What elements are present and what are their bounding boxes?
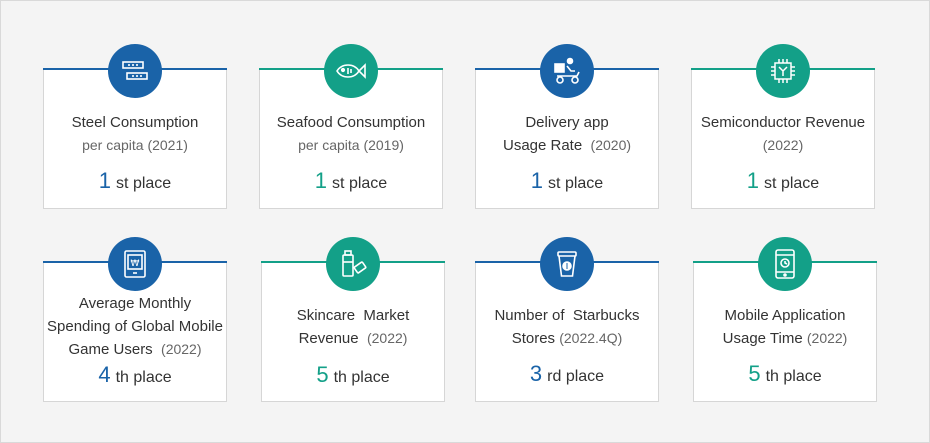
card-title: Number of Starbucks Stores (2022.4Q) bbox=[494, 307, 640, 347]
card-title: Seafood Consumption per capita (2019) bbox=[276, 114, 426, 153]
ranking-panel: Steel Consumption per capita (2021) 1st … bbox=[0, 0, 930, 443]
card-delivery-app: Delivery app Usage Rate (2020) 1st place bbox=[475, 44, 659, 209]
card-rank: 5th place bbox=[748, 361, 822, 386]
delivery-scooter-icon bbox=[540, 44, 594, 98]
card-title: Semiconductor Revenue (2022) bbox=[700, 114, 866, 153]
card-mobile-app-usage: Mobile Application Usage Time (2022) 5th… bbox=[693, 237, 877, 402]
card-title: Mobile Application Usage Time (2022) bbox=[722, 307, 848, 347]
svg-text:₩: ₩ bbox=[131, 259, 140, 269]
won-tablet-icon: ₩ bbox=[108, 237, 162, 291]
card-steel-consumption: Steel Consumption per capita (2021) 1st … bbox=[43, 44, 227, 209]
card-title: Steel Consumption per capita (2021) bbox=[71, 114, 199, 153]
fish-icon bbox=[324, 44, 378, 98]
card-rank: 1st place bbox=[314, 168, 388, 193]
card-mobile-game-spending: ₩ Average Monthly Spending of Global Mob… bbox=[43, 237, 227, 402]
card-title: Skincare Market Revenue (2022) bbox=[296, 307, 410, 347]
cosmetics-icon bbox=[326, 237, 380, 291]
card-title: Average Monthly Spending of Global Mobil… bbox=[47, 295, 223, 358]
coffee-cup-icon bbox=[540, 237, 594, 291]
card-rank: 4th place bbox=[98, 362, 172, 387]
card-semiconductor-revenue: Semiconductor Revenue (2022) 1st place bbox=[691, 44, 875, 209]
card-rank: 3rd place bbox=[529, 361, 605, 386]
mobile-phone-icon bbox=[758, 237, 812, 291]
steel-beam-icon bbox=[108, 44, 162, 98]
card-rank: 5th place bbox=[316, 362, 390, 387]
card-title: Delivery app Usage Rate (2020) bbox=[502, 114, 632, 154]
microchip-icon bbox=[756, 44, 810, 98]
card-starbucks-stores: Number of Starbucks Stores (2022.4Q) 3rd… bbox=[475, 237, 659, 402]
card-rank: 1st place bbox=[98, 168, 172, 193]
card-rank: 1st place bbox=[746, 168, 820, 193]
card-skincare-revenue: Skincare Market Revenue (2022) 5th place bbox=[261, 237, 445, 402]
card-rank: 1st place bbox=[530, 168, 604, 193]
card-seafood-consumption: Seafood Consumption per capita (2019) 1s… bbox=[259, 44, 443, 209]
